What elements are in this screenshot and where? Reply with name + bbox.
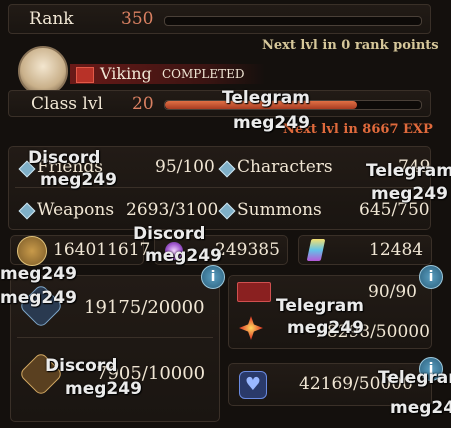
left-item1-value: 19175/20000	[84, 297, 205, 318]
summons-diamond-icon	[218, 202, 236, 220]
crystal-icon	[165, 242, 183, 260]
class-banner[interactable]: Viking COMPLETED	[70, 64, 265, 84]
shards-value: 28298/50000	[316, 322, 430, 342]
rupies-value: 164011617	[53, 240, 151, 260]
right-bottom-info-icon[interactable]: i	[419, 357, 443, 381]
rupies-box: 164011617	[10, 235, 150, 266]
crystals-box: 249385	[154, 235, 288, 265]
weapons-diamond-icon	[18, 202, 36, 220]
left-resource-panel: 19175/20000 7905/10000	[10, 275, 220, 422]
right-bottom-panel: ♥ 42169/50000	[228, 363, 432, 406]
summons-value: 645/750	[359, 200, 430, 220]
crystals-value: 249385	[215, 240, 280, 260]
stats-panel: Friends 95/100 Characters 749 Weapons 26…	[8, 146, 431, 230]
class-lvl-progress-bar	[164, 100, 422, 110]
rank-progress-bar	[164, 16, 422, 26]
class-lvl-next-text: Next lvl in 8667 EXP	[283, 122, 433, 137]
characters-diamond-icon	[218, 160, 236, 178]
tickets-value: 90/90	[368, 282, 417, 302]
class-lvl-row: Class lvl 20	[8, 90, 431, 117]
characters-value: 749	[398, 157, 431, 177]
gems-value: 12484	[369, 240, 424, 260]
left-item2-value: 7905/10000	[96, 363, 206, 384]
gems-box: 12484	[298, 235, 432, 265]
class-lvl-progress-fill	[165, 101, 357, 109]
friends-value: 95/100	[155, 157, 215, 177]
summons-label[interactable]: Summons	[237, 200, 322, 220]
rank-label: Rank	[29, 9, 74, 29]
right-top-info-icon[interactable]: i	[419, 265, 443, 289]
weapons-label[interactable]: Weapons	[37, 200, 114, 220]
friends-diamond-icon	[18, 160, 36, 178]
avatar[interactable]	[18, 46, 68, 96]
rank-row: Rank 350	[8, 4, 431, 34]
rank-value: 350	[121, 9, 154, 29]
rainbow-gem-icon	[306, 239, 326, 261]
hearts-value: 42169/50000	[299, 374, 413, 394]
ticket-icon	[237, 282, 271, 302]
class-lvl-label: Class lvl	[31, 94, 103, 114]
class-lvl-value: 20	[132, 94, 154, 114]
class-job-name: Viking	[100, 64, 152, 83]
right-top-panel: 90/90 28298/50000	[228, 275, 432, 349]
heart-icon: ♥	[239, 371, 267, 399]
friends-label[interactable]: Friends	[37, 157, 103, 177]
gold-hex-icon	[18, 351, 64, 397]
characters-label[interactable]: Characters	[237, 157, 333, 177]
rupie-icon	[17, 236, 47, 266]
burst-icon	[239, 316, 263, 340]
class-emblem-icon	[76, 67, 94, 83]
rank-next-text: Next lvl in 0 rank points	[262, 38, 439, 53]
left-panel-info-icon[interactable]: i	[201, 265, 225, 289]
blue-hex-icon	[18, 283, 64, 329]
weapons-value: 2693/3100	[126, 200, 219, 220]
class-status: COMPLETED	[162, 67, 245, 81]
